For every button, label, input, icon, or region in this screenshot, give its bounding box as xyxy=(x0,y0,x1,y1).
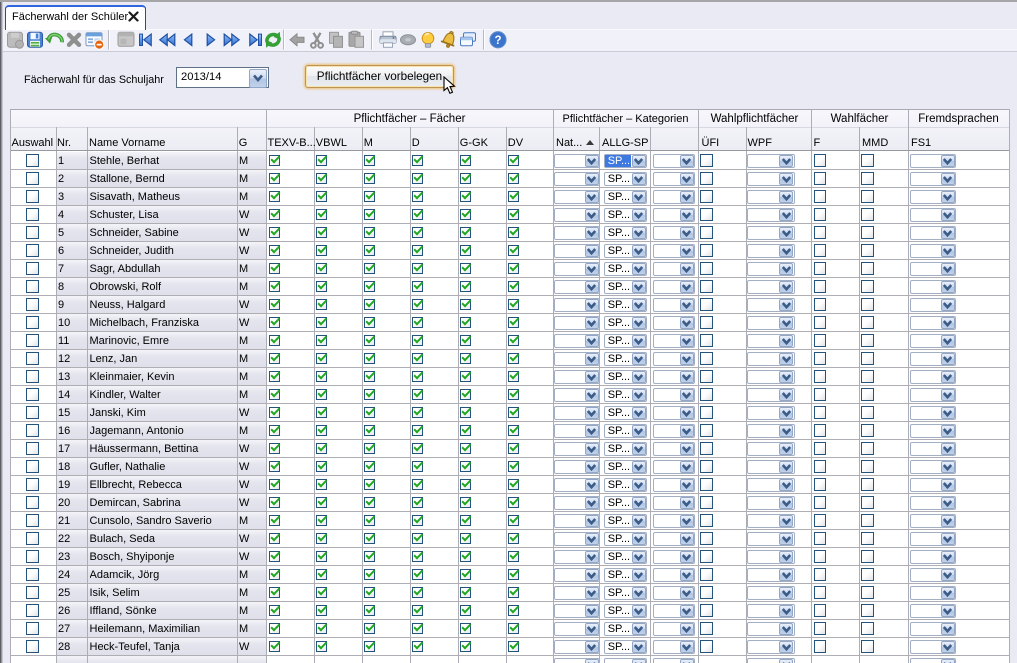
svg-text:?: ? xyxy=(494,35,501,47)
